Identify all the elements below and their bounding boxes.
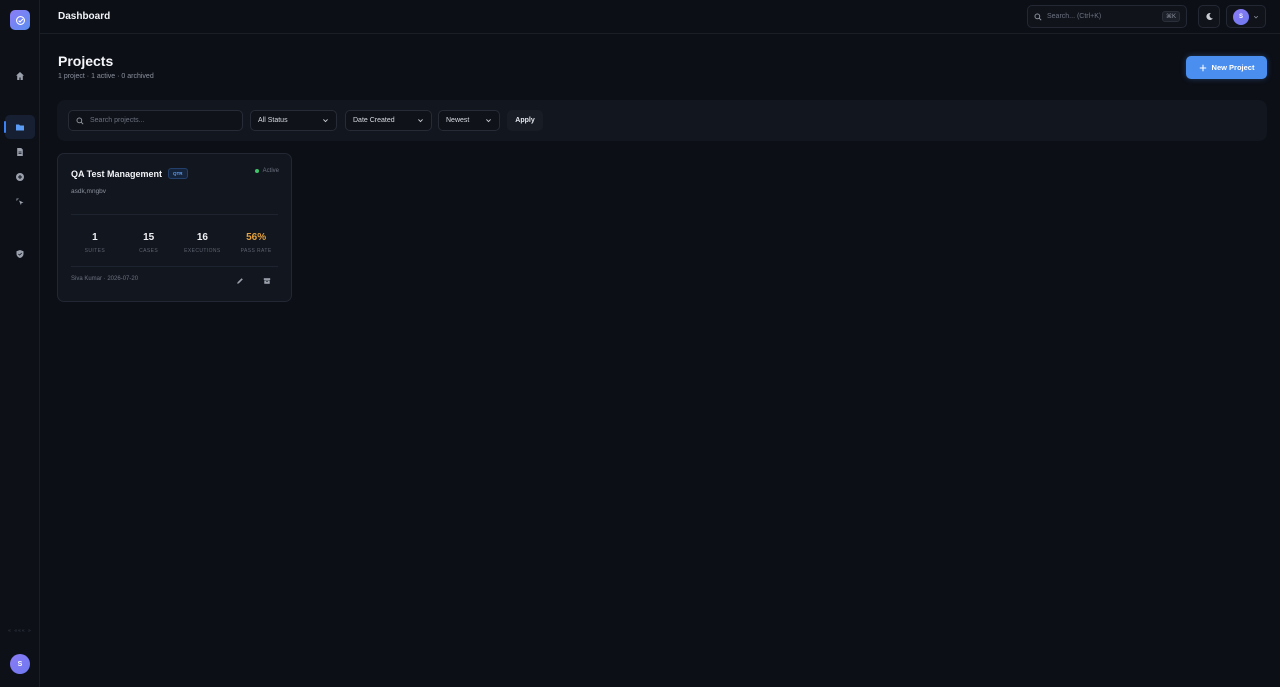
new-project-label: New Project xyxy=(1211,63,1255,72)
chevron-down-icon xyxy=(323,119,328,123)
stat-label: PASS RATE xyxy=(240,248,272,254)
project-search-placeholder: Search projects... xyxy=(90,117,145,124)
project-key-badge: QTR xyxy=(168,168,188,179)
card-divider xyxy=(71,266,278,267)
sidebar-item-automation[interactable] xyxy=(5,190,35,214)
theme-toggle-button[interactable] xyxy=(1198,5,1220,28)
moon-icon xyxy=(1205,12,1213,20)
stat-label: EXECUTIONS xyxy=(184,248,221,254)
project-description: asdk,mngbv xyxy=(71,188,107,195)
project-stats: 1 SUITES 15 CASES 16 EXECUTIONS 56% PASS… xyxy=(68,232,283,254)
header-title: Dashboard xyxy=(58,11,111,22)
sidebar-item-reports[interactable] xyxy=(5,242,35,266)
shortcut-hint: ⌘K xyxy=(1161,11,1180,22)
archive-project-button[interactable] xyxy=(261,275,273,287)
sidebar: « ««« » S xyxy=(0,0,40,687)
chevron-down-icon xyxy=(1253,15,1259,18)
user-menu-button[interactable]: S xyxy=(1226,5,1266,28)
chevron-down-icon xyxy=(486,119,491,123)
home-icon xyxy=(16,72,24,80)
document-icon xyxy=(17,148,23,156)
check-circle-icon xyxy=(15,15,25,25)
edit-project-button[interactable] xyxy=(234,275,246,287)
sort-field-value: Date Created xyxy=(353,117,395,124)
stat-value: 16 xyxy=(196,232,208,243)
new-project-button[interactable]: New Project xyxy=(1186,56,1267,79)
project-search-input[interactable]: Search projects... xyxy=(68,110,243,131)
header-avatar: S xyxy=(1233,8,1249,25)
project-card[interactable]: QA Test Management QTR Active asdk,mngbv… xyxy=(57,153,292,302)
app-logo[interactable] xyxy=(10,10,30,30)
sidebar-collapse-toggle[interactable]: « ««« » xyxy=(2,628,38,634)
sidebar-item-documents[interactable] xyxy=(5,140,35,164)
pointer-click-icon xyxy=(16,198,24,206)
plus-icon xyxy=(1199,64,1206,71)
sort-field-select[interactable]: Date Created xyxy=(345,110,432,131)
status-filter-select[interactable]: All Status xyxy=(250,110,337,131)
project-name: QA Test Management xyxy=(71,169,163,179)
stat-value: 1 xyxy=(92,232,98,243)
stat-suites: 1 SUITES xyxy=(68,232,122,254)
global-search-input[interactable]: Search... (Ctrl+K) ⌘K xyxy=(1027,5,1187,28)
project-status: Active xyxy=(254,168,279,174)
filter-bar: Search projects... All Status Date Creat… xyxy=(57,100,1267,141)
sort-order-select[interactable]: Newest xyxy=(438,110,500,131)
sort-order-value: Newest xyxy=(446,117,470,124)
archive-icon xyxy=(263,278,271,284)
sidebar-item-projects[interactable] xyxy=(4,115,35,139)
pencil-icon xyxy=(237,278,243,284)
chevron-down-icon xyxy=(418,119,423,123)
card-divider xyxy=(71,214,278,215)
stat-value: 15 xyxy=(143,232,155,243)
stat-pass-rate: 56% PASS RATE xyxy=(229,232,283,254)
stat-cases: 15 CASES xyxy=(122,232,176,254)
shield-check-icon xyxy=(16,250,24,258)
folder-icon xyxy=(16,124,24,131)
search-icon xyxy=(76,117,84,125)
project-status-label: Active xyxy=(262,168,279,174)
status-dot xyxy=(254,169,259,173)
stat-label: SUITES xyxy=(84,248,106,254)
stat-executions: 16 EXECUTIONS xyxy=(176,232,230,254)
page-subtitle: 1 project · 1 active · 0 archived xyxy=(58,73,154,80)
sidebar-avatar[interactable]: S xyxy=(10,654,30,674)
stat-value: 56% xyxy=(246,232,267,243)
search-icon xyxy=(1034,13,1042,21)
plus-circle-icon xyxy=(16,173,24,181)
stat-label: CASES xyxy=(139,248,159,254)
top-header: Dashboard Search... (Ctrl+K) ⌘K S xyxy=(40,0,1280,34)
global-search-placeholder: Search... (Ctrl+K) xyxy=(1047,13,1102,20)
page-title: Projects xyxy=(58,53,114,69)
status-filter-value: All Status xyxy=(258,117,288,124)
project-footer: Siva Kumar · 2026-07-20 xyxy=(71,276,139,282)
sidebar-item-home[interactable] xyxy=(5,64,35,88)
apply-filters-button[interactable]: Apply xyxy=(507,110,543,131)
sidebar-item-add[interactable] xyxy=(5,165,35,189)
